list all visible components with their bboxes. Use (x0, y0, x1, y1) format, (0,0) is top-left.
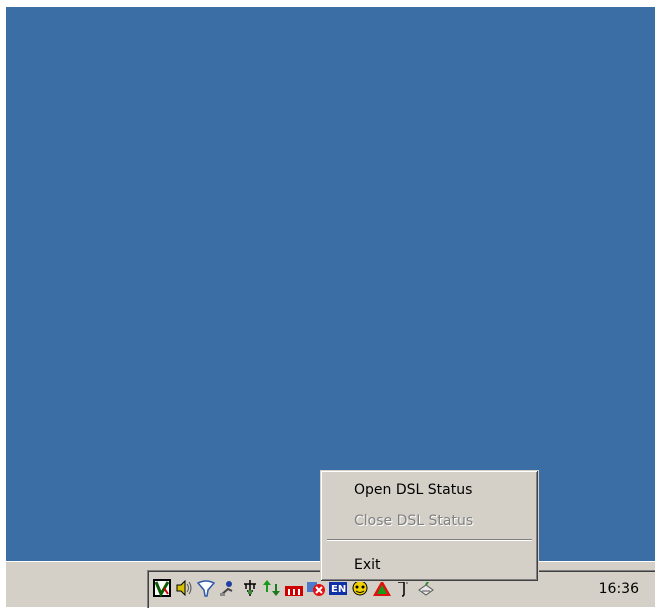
open-dsl-status-menu-item[interactable]: Open DSL Status (324, 478, 535, 502)
tray-context-menu: Open DSL Status Close DSL Status Exit (320, 470, 539, 582)
menu-separator (327, 539, 532, 541)
network-plug-icon[interactable] (240, 578, 260, 598)
svg-text:EN: EN (331, 584, 346, 595)
close-dsl-status-menu-item: Close DSL Status (354, 513, 474, 529)
clock[interactable]: 16:36 (599, 581, 639, 597)
volume-icon[interactable] (174, 578, 194, 598)
dsl-updown-icon[interactable] (262, 578, 282, 598)
bar-monitor-icon[interactable] (284, 578, 304, 598)
exit-menu-item[interactable]: Exit (324, 553, 535, 577)
user-network-icon[interactable] (218, 578, 238, 598)
funnel-icon[interactable] (196, 578, 216, 598)
v-app-icon[interactable] (152, 578, 172, 598)
